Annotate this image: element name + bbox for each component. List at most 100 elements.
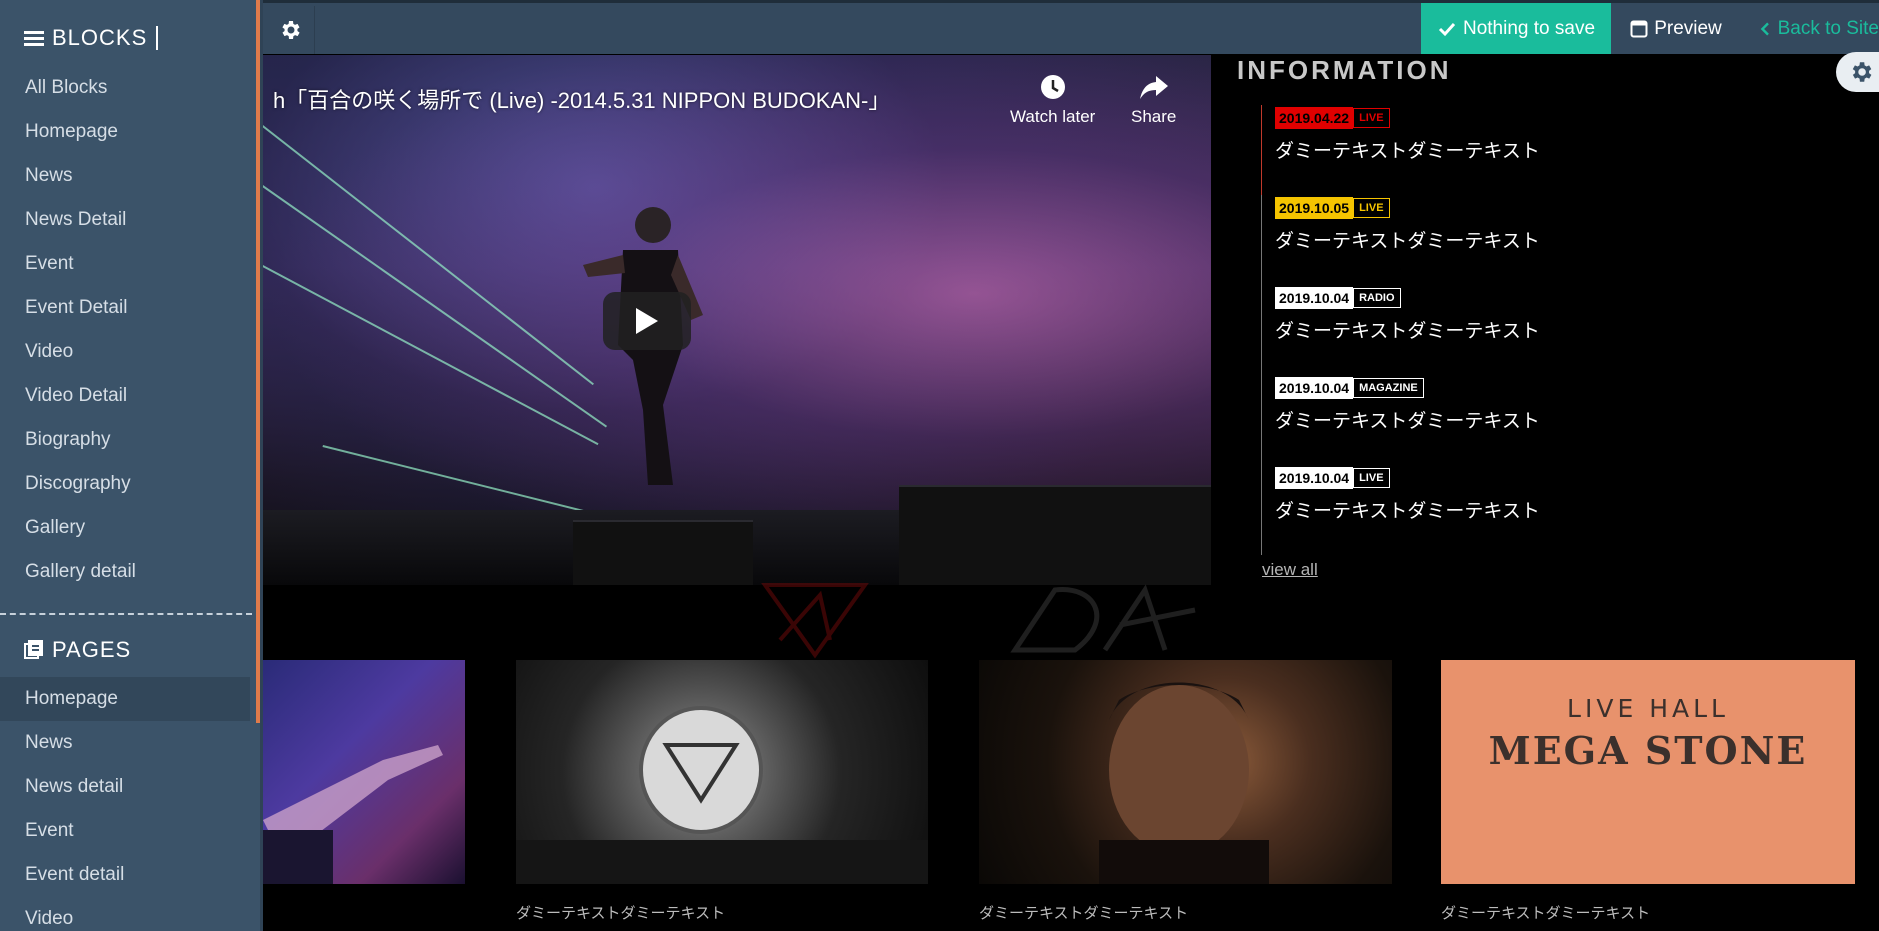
pages-heading[interactable]: PAGES — [24, 637, 131, 663]
blocks-item-gallery[interactable]: Gallery — [0, 506, 250, 550]
news-item[interactable]: 2019.10.05 LIVE ダミーテキストダミーテキスト — [1261, 195, 1821, 285]
play-button[interactable] — [603, 292, 691, 350]
pages-item-video[interactable]: Video — [0, 897, 250, 931]
drum-photo — [516, 706, 928, 884]
editor-toolbar: Nothing to save Preview Back to Site — [0, 0, 1879, 54]
block-settings-button[interactable] — [1836, 52, 1879, 92]
news-item-meta: 2019.10.04 LIVE — [1275, 465, 1821, 489]
stage-monitor — [573, 520, 753, 585]
pages-item-homepage[interactable]: Homepage — [0, 677, 250, 721]
blocks-item-event[interactable]: Event — [0, 242, 250, 286]
portrait-photo — [1099, 682, 1269, 884]
news-title[interactable]: ダミーテキストダミーテキスト — [1275, 316, 1821, 343]
news-title[interactable]: ダミーテキストダミーテキスト — [1275, 496, 1821, 523]
news-date: 2019.04.22 — [1275, 107, 1354, 129]
builder-sidebar: BLOCKS All Blocks Homepage News News Det… — [0, 0, 263, 931]
band-logo-icon — [761, 583, 869, 659]
gear-icon — [281, 21, 300, 39]
blocks-item-news-detail[interactable]: News Detail — [0, 198, 250, 242]
view-all-link[interactable]: view all — [1262, 560, 1318, 580]
pages-icon — [24, 640, 43, 659]
preview-button-label: Preview — [1654, 17, 1722, 39]
information-title: INFORMATION — [1237, 55, 1452, 85]
news-category: LIVE — [1353, 108, 1390, 128]
back-to-site-link[interactable]: Back to Site — [1760, 3, 1879, 54]
sidebar-scrollbar[interactable] — [256, 0, 260, 723]
settings-button[interactable] — [265, 6, 315, 54]
news-title[interactable]: ダミーテキストダミーテキスト — [1275, 136, 1821, 163]
share-label: Share — [1131, 107, 1177, 126]
news-date: 2019.10.04 — [1275, 467, 1354, 489]
gallery-caption[interactable]: ダミーテキストダミーテキスト — [516, 902, 725, 923]
blocks-item-all-blocks[interactable]: All Blocks — [0, 66, 250, 110]
information-list: 2019.04.22 LIVE ダミーテキストダミーテキスト 2019.10.0… — [1261, 105, 1821, 555]
news-title[interactable]: ダミーテキストダミーテキスト — [1275, 406, 1821, 433]
video-player[interactable]: h「百合の咲く場所で (Live) -2014.5.31 NIPPON BUDO… — [263, 55, 1211, 585]
news-item[interactable]: 2019.10.04 RADIO ダミーテキストダミーテキスト — [1261, 285, 1821, 375]
blocks-heading[interactable]: BLOCKS — [24, 25, 159, 51]
pages-item-event[interactable]: Event — [0, 809, 250, 853]
preview-button[interactable]: Preview — [1611, 3, 1741, 54]
news-item-meta: 2019.04.22 LIVE — [1275, 105, 1821, 129]
news-item-meta: 2019.10.04 MAGAZINE — [1275, 375, 1821, 399]
blocks-item-video-detail[interactable]: Video Detail — [0, 374, 250, 418]
news-date: 2019.10.05 — [1275, 197, 1354, 219]
watch-later-label: Watch later — [1010, 107, 1096, 126]
news-item-meta: 2019.10.05 LIVE — [1275, 195, 1821, 219]
text-cursor — [156, 26, 159, 50]
laser-beam — [263, 185, 608, 428]
menu-icon — [24, 31, 44, 46]
chevron-left-icon — [1760, 22, 1769, 35]
gallery-image-live-hall[interactable]: LIVE HALL MEGA STONE — [1441, 660, 1855, 884]
news-category: RADIO — [1353, 288, 1401, 308]
stage-monitor — [899, 485, 1211, 585]
news-item-meta: 2019.10.04 RADIO — [1275, 285, 1821, 309]
live-hall-sign-top: LIVE HALL — [1567, 694, 1729, 723]
news-item[interactable]: 2019.10.04 MAGAZINE ダミーテキストダミーテキスト — [1261, 375, 1821, 465]
news-date: 2019.10.04 — [1275, 287, 1354, 309]
blocks-item-event-detail[interactable]: Event Detail — [0, 286, 250, 330]
laser-beam — [263, 125, 594, 386]
blocks-item-news[interactable]: News — [0, 154, 250, 198]
blocks-item-homepage[interactable]: Homepage — [0, 110, 250, 154]
guitar-photo — [263, 745, 443, 884]
window-icon — [1630, 20, 1648, 37]
news-title[interactable]: ダミーテキストダミーテキスト — [1275, 226, 1821, 253]
gallery-caption[interactable]: ダミーテキストダミーテキスト — [979, 902, 1188, 923]
gallery-image-guitarist[interactable] — [263, 660, 465, 884]
gallery-caption[interactable]: ダミーテキストダミーテキスト — [1441, 902, 1650, 923]
pages-item-news-detail[interactable]: News detail — [0, 765, 250, 809]
news-item[interactable]: 2019.04.22 LIVE ダミーテキストダミーテキスト — [1261, 105, 1821, 195]
share-button[interactable]: Share — [1131, 73, 1176, 127]
play-icon — [636, 308, 658, 334]
gallery-image-drums[interactable] — [516, 660, 928, 884]
check-icon — [1438, 22, 1456, 36]
watch-later-button[interactable]: Watch later — [1010, 73, 1095, 127]
back-to-site-label: Back to Site — [1777, 17, 1879, 39]
blocks-item-biography[interactable]: Biography — [0, 418, 250, 462]
band-logo-icon — [1010, 584, 1196, 653]
news-category: MAGAZINE — [1353, 378, 1424, 398]
blocks-item-discography[interactable]: Discography — [0, 462, 250, 506]
news-category: LIVE — [1353, 198, 1390, 218]
save-button[interactable]: Nothing to save — [1421, 3, 1611, 54]
pages-item-news[interactable]: News — [0, 721, 250, 765]
blocks-item-gallery-detail[interactable]: Gallery detail — [0, 550, 250, 594]
sidebar-divider — [0, 613, 252, 615]
blocks-heading-label: BLOCKS — [52, 25, 148, 50]
pages-list: Homepage News News detail Event Event de… — [0, 677, 250, 931]
video-title[interactable]: h「百合の咲く場所で (Live) -2014.5.31 NIPPON BUDO… — [273, 83, 890, 115]
share-icon — [1139, 76, 1168, 99]
save-button-label: Nothing to save — [1462, 17, 1596, 39]
news-category: LIVE — [1353, 468, 1390, 488]
news-date: 2019.10.04 — [1275, 377, 1354, 399]
pages-heading-label: PAGES — [52, 637, 132, 662]
blocks-item-video[interactable]: Video — [0, 330, 250, 374]
blocks-list: All Blocks Homepage News News Detail Eve… — [0, 66, 250, 594]
gallery-image-drummer-portrait[interactable] — [979, 660, 1392, 884]
pages-item-event-detail[interactable]: Event detail — [0, 853, 250, 897]
laser-beam — [263, 265, 599, 446]
gear-icon — [1852, 62, 1872, 82]
clock-icon — [1040, 75, 1065, 99]
news-item[interactable]: 2019.10.04 LIVE ダミーテキストダミーテキスト — [1261, 465, 1821, 555]
